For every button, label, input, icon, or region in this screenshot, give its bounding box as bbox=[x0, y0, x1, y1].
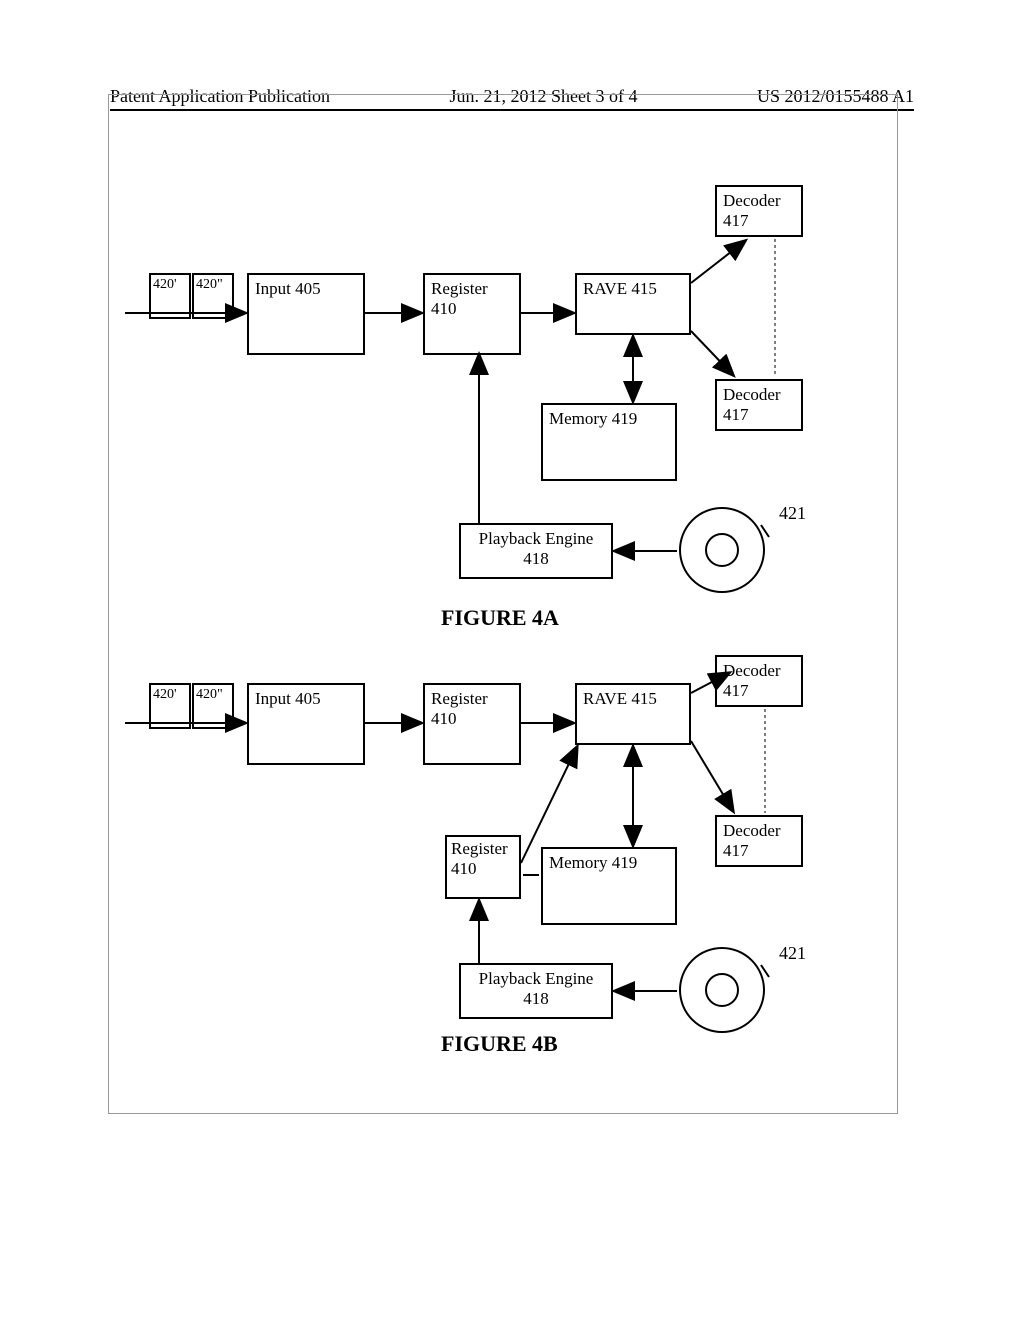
packet-420-doubleprime-a: 420" bbox=[192, 273, 234, 319]
register-secondary-b: Register410 bbox=[445, 835, 521, 899]
diagram-page: 420' 420" Input 405 Register 410 RAVE 41… bbox=[108, 94, 898, 1114]
disc-ref-b: 421 bbox=[779, 943, 806, 964]
playback-box-b: Playback Engine418 bbox=[459, 963, 613, 1019]
decoder-bottom-b: Decoder417 bbox=[715, 815, 803, 867]
playback-box-a: Playback Engine418 bbox=[459, 523, 613, 579]
rave-box-a: RAVE 415 bbox=[575, 273, 691, 335]
figure-4a-caption: FIGURE 4A bbox=[441, 605, 559, 631]
disc-ref-a: 421 bbox=[779, 503, 806, 524]
memory-box-b: Memory 419 bbox=[541, 847, 677, 925]
packet-420-doubleprime-b: 420" bbox=[192, 683, 234, 729]
input-box-a: Input 405 bbox=[247, 273, 365, 355]
input-box-b: Input 405 bbox=[247, 683, 365, 765]
figure-4b-caption: FIGURE 4B bbox=[441, 1031, 558, 1057]
packet-420-prime-a: 420' bbox=[149, 273, 191, 319]
decoder-bottom-a: Decoder417 bbox=[715, 379, 803, 431]
decoder-top-b: Decoder417 bbox=[715, 655, 803, 707]
rave-box-b: RAVE 415 bbox=[575, 683, 691, 745]
register-box-a: Register 410 bbox=[423, 273, 521, 355]
disc-a bbox=[679, 507, 765, 593]
memory-box-a: Memory 419 bbox=[541, 403, 677, 481]
register-main-box-b: Register 410 bbox=[423, 683, 521, 765]
packet-420-prime-b: 420' bbox=[149, 683, 191, 729]
decoder-top-a: Decoder417 bbox=[715, 185, 803, 237]
disc-b bbox=[679, 947, 765, 1033]
